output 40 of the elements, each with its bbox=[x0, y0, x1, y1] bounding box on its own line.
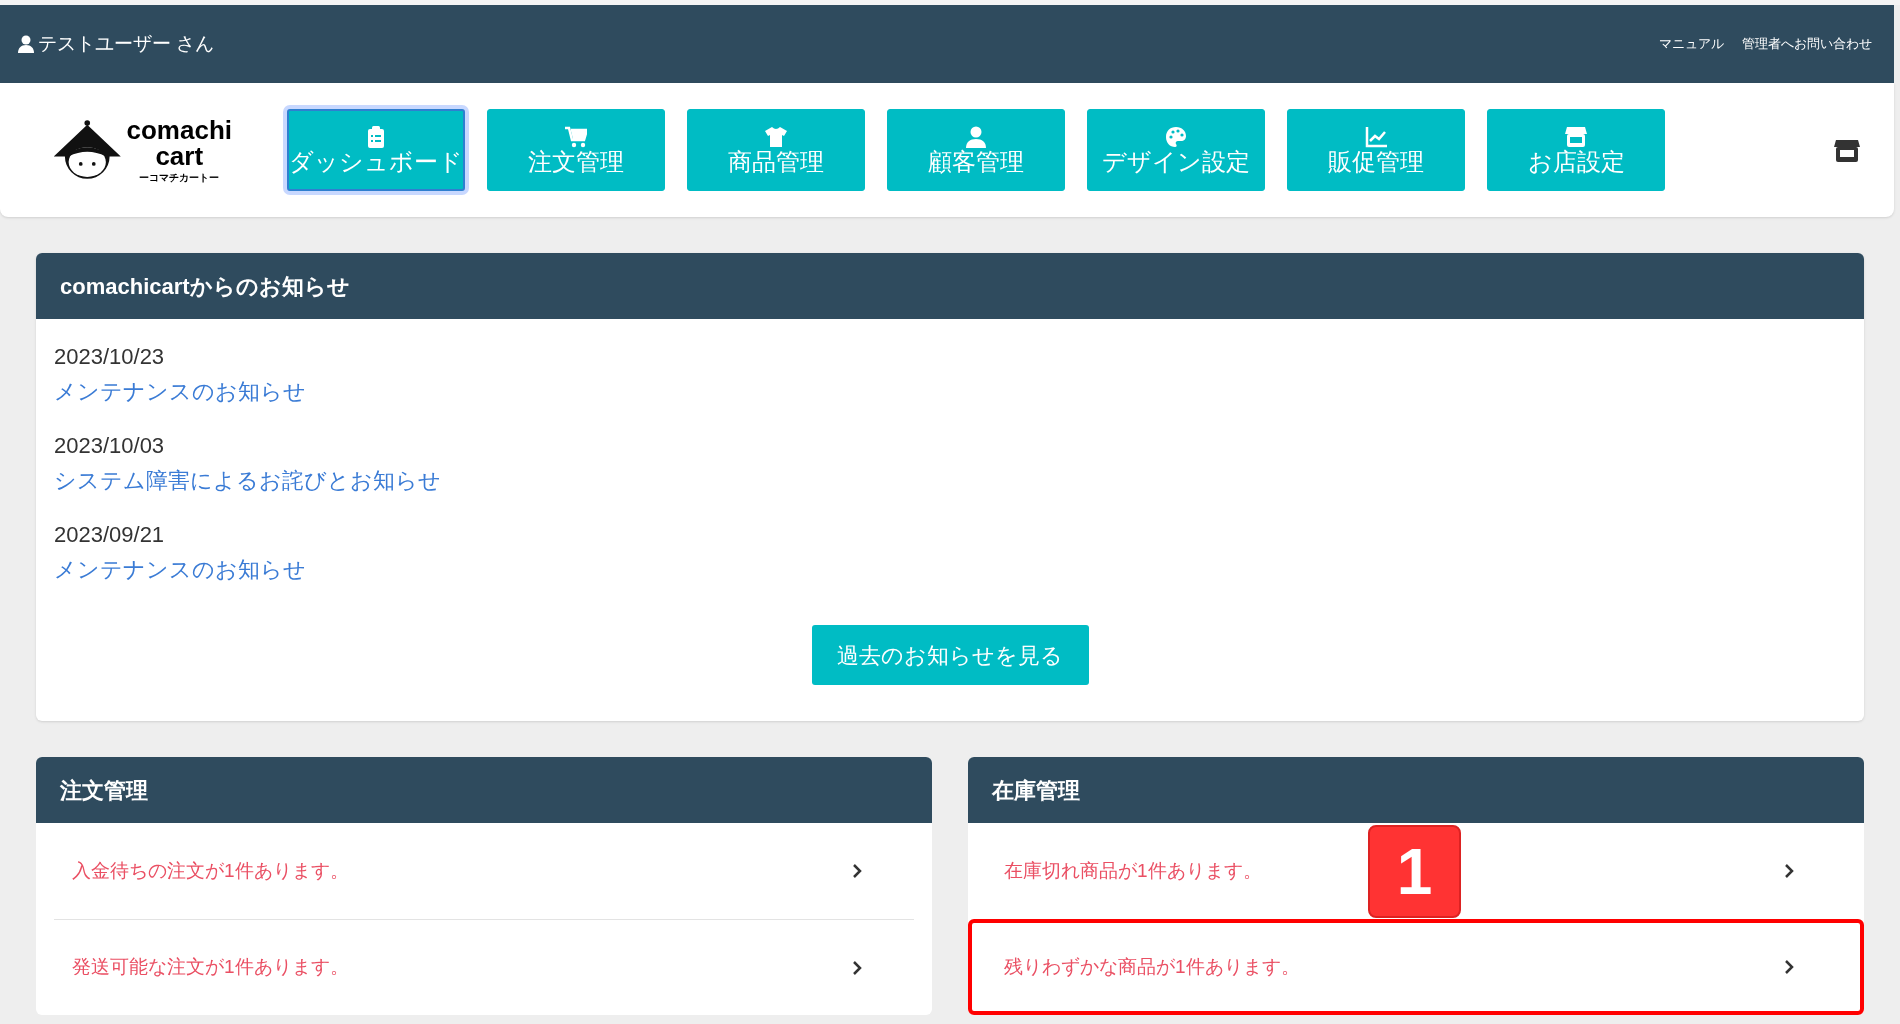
alert-link[interactable]: 在庫切れ商品が1件あります。 bbox=[1004, 856, 1262, 886]
header-link[interactable]: マニュアル bbox=[1659, 34, 1724, 54]
clipboard-icon bbox=[365, 126, 387, 148]
chevron-right-icon bbox=[852, 959, 862, 976]
user-icon bbox=[18, 35, 34, 53]
notice-date: 2023/09/21 bbox=[54, 521, 165, 549]
card-title: 在庫管理 bbox=[968, 757, 1864, 823]
notice-link[interactable]: メンテナンスのお知らせ bbox=[54, 374, 306, 409]
chevron-right-icon bbox=[1784, 863, 1794, 879]
nav-tab[interactable]: デザイン設定 bbox=[1087, 109, 1265, 191]
card-title: comachicartからのお知らせ bbox=[36, 253, 1864, 319]
logo-text: cart bbox=[155, 143, 204, 169]
nav-tab[interactable]: 顧客管理 bbox=[887, 109, 1065, 191]
header-link[interactable]: 管理者へお問い合わせ bbox=[1742, 34, 1872, 54]
notice-date: 2023/10/03 bbox=[54, 432, 165, 460]
alert-link[interactable]: 残りわずかな商品が1件あります。 bbox=[1004, 952, 1300, 982]
chevron-right-icon bbox=[852, 863, 862, 879]
alert-link[interactable]: 発送可能な注文が1件あります。 bbox=[72, 953, 349, 982]
logo-reading: ーコマチカートー bbox=[139, 173, 220, 183]
user-name: テストユーザー さん bbox=[38, 31, 215, 56]
alert-link[interactable]: 入金待ちの注文が1件あります。 bbox=[72, 856, 349, 886]
chevron-right-icon bbox=[1784, 959, 1794, 975]
nav-tab[interactable]: 販促管理 bbox=[1287, 109, 1465, 191]
past-notices-button[interactable]: 過去のお知らせを見る bbox=[811, 625, 1089, 685]
cart-icon bbox=[565, 126, 587, 148]
nav-tab[interactable]: お店設定 bbox=[1487, 109, 1665, 191]
user-icon bbox=[965, 126, 987, 148]
number-badge: 1 bbox=[1368, 825, 1461, 918]
palette-icon bbox=[1165, 126, 1187, 148]
notice-link[interactable]: メンテナンスのお知らせ bbox=[54, 552, 306, 587]
nav-tab[interactable]: 商品管理 bbox=[687, 109, 865, 191]
shirt-icon bbox=[765, 126, 787, 148]
line-chart-icon bbox=[1365, 126, 1387, 148]
store-icon[interactable] bbox=[1834, 138, 1860, 162]
notice-date: 2023/10/23 bbox=[54, 343, 165, 371]
logo-text: comachi bbox=[126, 117, 232, 143]
nav-tab[interactable]: 注文管理 bbox=[487, 109, 665, 191]
notice-link[interactable]: システム障害によるお詫びとお知らせ bbox=[54, 463, 441, 498]
store-icon bbox=[1565, 126, 1587, 148]
card-title: 注文管理 bbox=[36, 757, 932, 823]
